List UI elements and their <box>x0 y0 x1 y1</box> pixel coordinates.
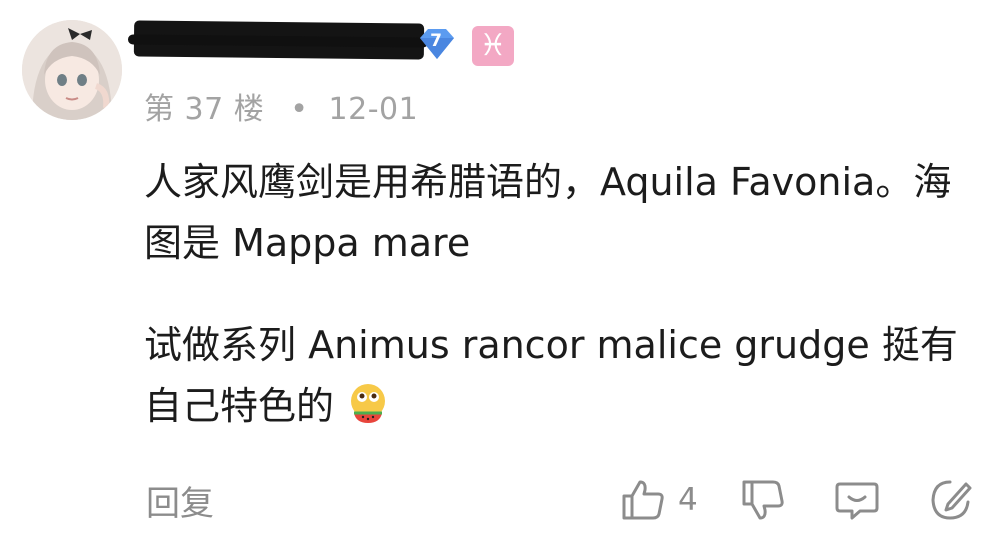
comment-date: 12-01 <box>328 92 419 127</box>
username-redacted[interactable] <box>133 20 425 60</box>
pisces-icon: ♓ <box>479 28 507 63</box>
edit-pen-icon[interactable] <box>928 478 974 522</box>
comment-actions: 回复 4 <box>0 470 1000 530</box>
comment-paragraph-2-text: 试做系列 Animus rancor malice grudge 挺有自己特色的 <box>144 323 958 428</box>
dislike-thumbs-down-icon[interactable] <box>740 478 786 522</box>
avatar[interactable] <box>22 20 122 120</box>
level-badge: 7 <box>416 26 460 62</box>
comment-meta: 第 37 楼 • 12-01 <box>144 84 418 128</box>
level-number: 7 <box>430 31 442 51</box>
zodiac-pisces-badge: ♓ <box>472 26 514 66</box>
comment-bubble-icon[interactable] <box>834 478 880 522</box>
like-count: 4 <box>678 482 698 518</box>
avatar-image <box>22 20 122 120</box>
comment-paragraph-2: 试做系列 Animus rancor malice grudge 挺有自己特色的 <box>144 315 974 437</box>
eating-watermelon-emoji-icon <box>351 384 386 423</box>
like-thumbs-up-icon[interactable] <box>620 478 666 522</box>
comment-paragraph-1: 人家风鹰剑是用希腊语的，Aquila Favonia。海图是 Mappa mar… <box>144 160 952 265</box>
reply-button[interactable]: 回复 <box>146 476 214 525</box>
floor-number: 第 37 楼 <box>144 92 265 127</box>
meta-separator: • <box>290 92 309 127</box>
